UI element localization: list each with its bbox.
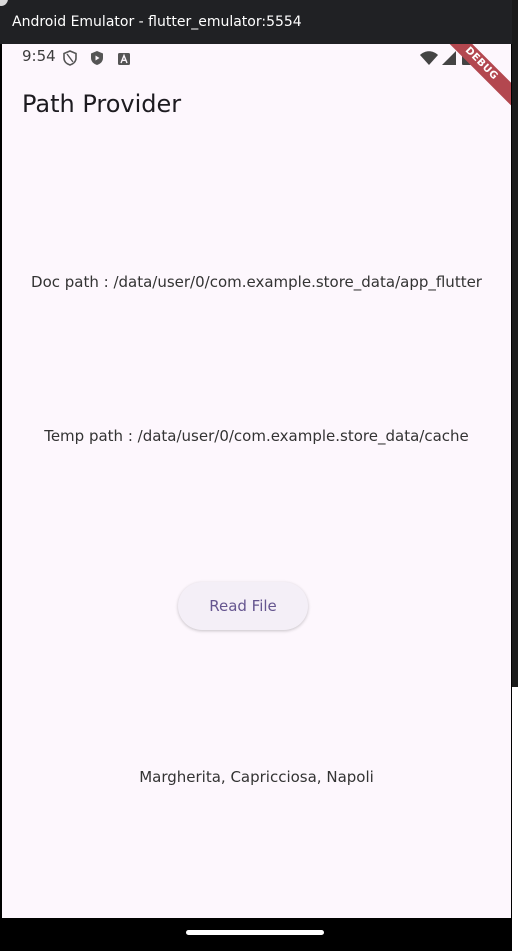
page-title: Path Provider — [22, 90, 182, 118]
signal-icon — [442, 51, 456, 70]
status-bar: 9:54 DEBUG — [2, 44, 511, 113]
home-gesture-handle[interactable] — [186, 930, 324, 935]
a-badge-icon — [118, 52, 130, 70]
wifi-icon — [420, 51, 438, 70]
emulator-title: Android Emulator - flutter_emulator:5554 — [12, 14, 302, 30]
emulator-title-bar[interactable]: Android Emulator - flutter_emulator:5554 — [0, 0, 512, 44]
play-protect-icon — [90, 50, 104, 71]
read-file-button[interactable]: Read File — [178, 582, 308, 630]
temp-path-text: Temp path : /data/user/0/com.example.sto… — [44, 427, 469, 445]
file-content-text: Margherita, Capricciosa, Napoli — [139, 768, 374, 786]
window-right-edge — [512, 0, 518, 951]
emulator-window: Android Emulator - flutter_emulator:5554… — [0, 0, 518, 951]
device-screen: 9:54 DEBUG Path Provider Doc path: /dat… — [2, 44, 511, 918]
shield-icon — [63, 50, 77, 71]
doc-path-text: Doc path : /data/user/0/com.example.stor… — [31, 273, 482, 291]
status-time: 9:54 — [22, 47, 56, 65]
navigation-bar — [0, 918, 512, 951]
